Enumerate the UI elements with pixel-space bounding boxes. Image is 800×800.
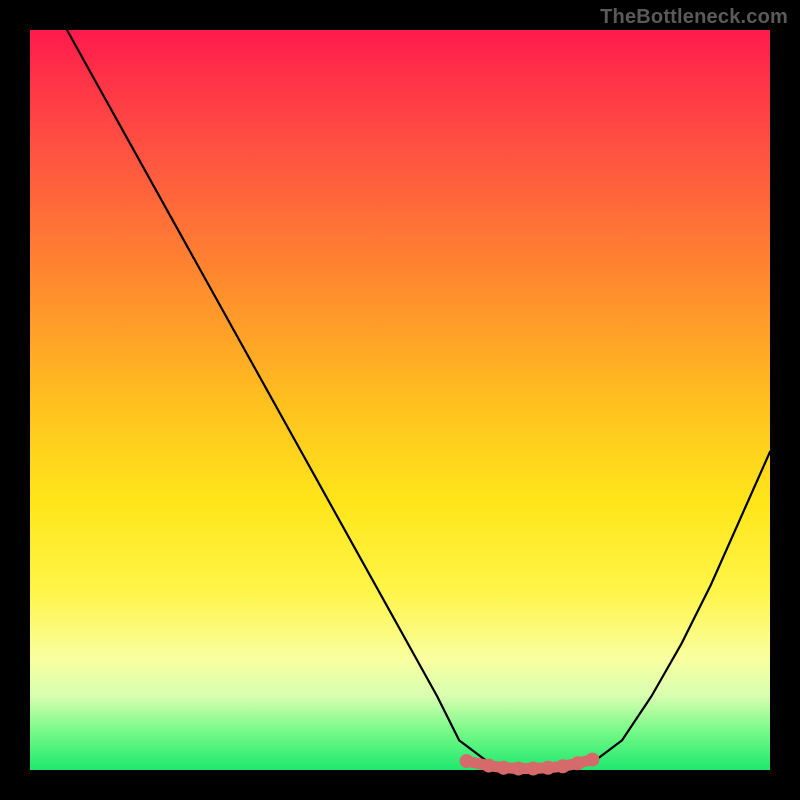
optimal-marker	[482, 759, 496, 773]
optimal-marker	[497, 761, 511, 775]
optimal-marker	[571, 756, 585, 770]
curve-path	[67, 30, 770, 770]
optimal-marker	[585, 753, 599, 767]
bottleneck-curve	[67, 30, 770, 770]
chart-svg	[30, 30, 770, 770]
chart-frame: TheBottleneck.com	[0, 0, 800, 800]
optimal-marker	[541, 761, 555, 775]
optimal-marker	[526, 762, 540, 776]
optimal-marker	[556, 759, 570, 773]
optimal-marker	[511, 762, 525, 776]
optimal-marker	[460, 754, 474, 768]
plot-area	[30, 30, 770, 770]
watermark-text: TheBottleneck.com	[600, 6, 788, 29]
